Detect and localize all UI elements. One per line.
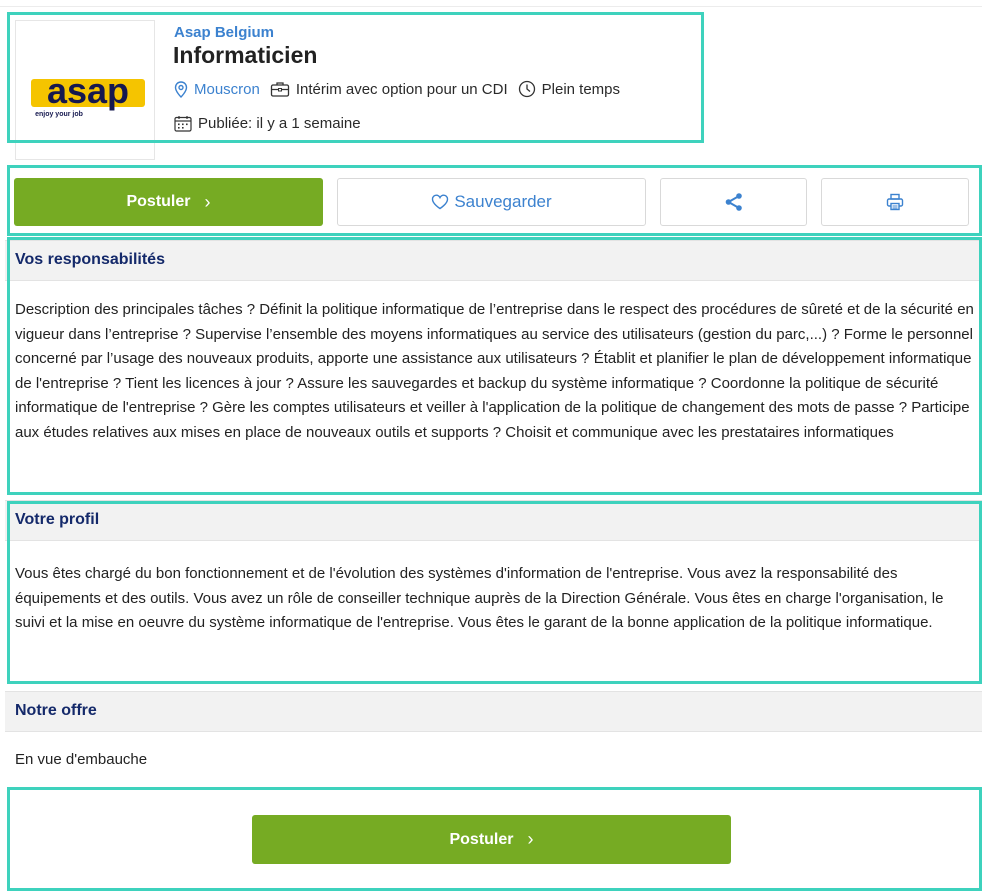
- published-date: Publiée: il y a 1 semaine: [198, 115, 361, 132]
- company-name-link[interactable]: Asap Belgium: [174, 24, 274, 41]
- svg-text:asap: asap: [47, 70, 129, 111]
- offer-header: Notre offre: [5, 691, 982, 732]
- apply-button[interactable]: Postuler ›: [14, 178, 323, 226]
- job-meta-row: Mouscron Intérim avec option pour un CDI…: [174, 80, 620, 98]
- apply-button-label: Postuler: [449, 830, 514, 848]
- apply-button-bottom[interactable]: Postuler ›: [252, 815, 731, 864]
- job-location-link[interactable]: Mouscron: [194, 81, 260, 98]
- print-button[interactable]: [821, 178, 969, 226]
- briefcase-icon: [270, 82, 290, 97]
- clock-icon: [518, 80, 535, 98]
- chevron-right-icon: ›: [204, 191, 211, 212]
- published-row: Publiée: il y a 1 semaine: [174, 115, 361, 132]
- svg-text:enjoy your job: enjoy your job: [35, 111, 83, 118]
- work-schedule: Plein temps: [541, 80, 621, 98]
- apply-button-label: Postuler: [126, 193, 191, 210]
- calendar-icon: [174, 116, 192, 132]
- profile-heading: Votre profil: [15, 511, 100, 528]
- responsibilities-text: Description des principales tâches ? Déf…: [15, 301, 974, 441]
- chevron-right-icon: ›: [527, 829, 534, 849]
- contract-type: Intérim avec option pour un CDI: [295, 80, 508, 98]
- heart-icon: [432, 194, 449, 210]
- responsibilities-heading: Vos responsabilités: [15, 251, 165, 268]
- offer-text: En vue d'embauche: [15, 751, 148, 768]
- location-pin-icon: [174, 80, 188, 98]
- company-logo: asap enjoy your job: [15, 20, 155, 160]
- offer-heading: Notre offre: [15, 702, 97, 719]
- profile-text: Vous êtes chargé du bon fonctionnement e…: [15, 565, 944, 631]
- print-icon: [886, 193, 904, 211]
- asap-logo-icon: asap enjoy your job: [31, 70, 145, 118]
- save-button[interactable]: Sauvegarder: [337, 178, 646, 226]
- share-icon: [725, 193, 742, 211]
- responsibilities-header: Vos responsabilités: [5, 240, 982, 281]
- job-title: Informaticien: [173, 42, 318, 68]
- save-button-label: Sauvegarder: [454, 192, 552, 211]
- share-button[interactable]: [660, 178, 807, 226]
- top-divider: [0, 6, 982, 7]
- profile-header: Votre profil: [5, 500, 982, 541]
